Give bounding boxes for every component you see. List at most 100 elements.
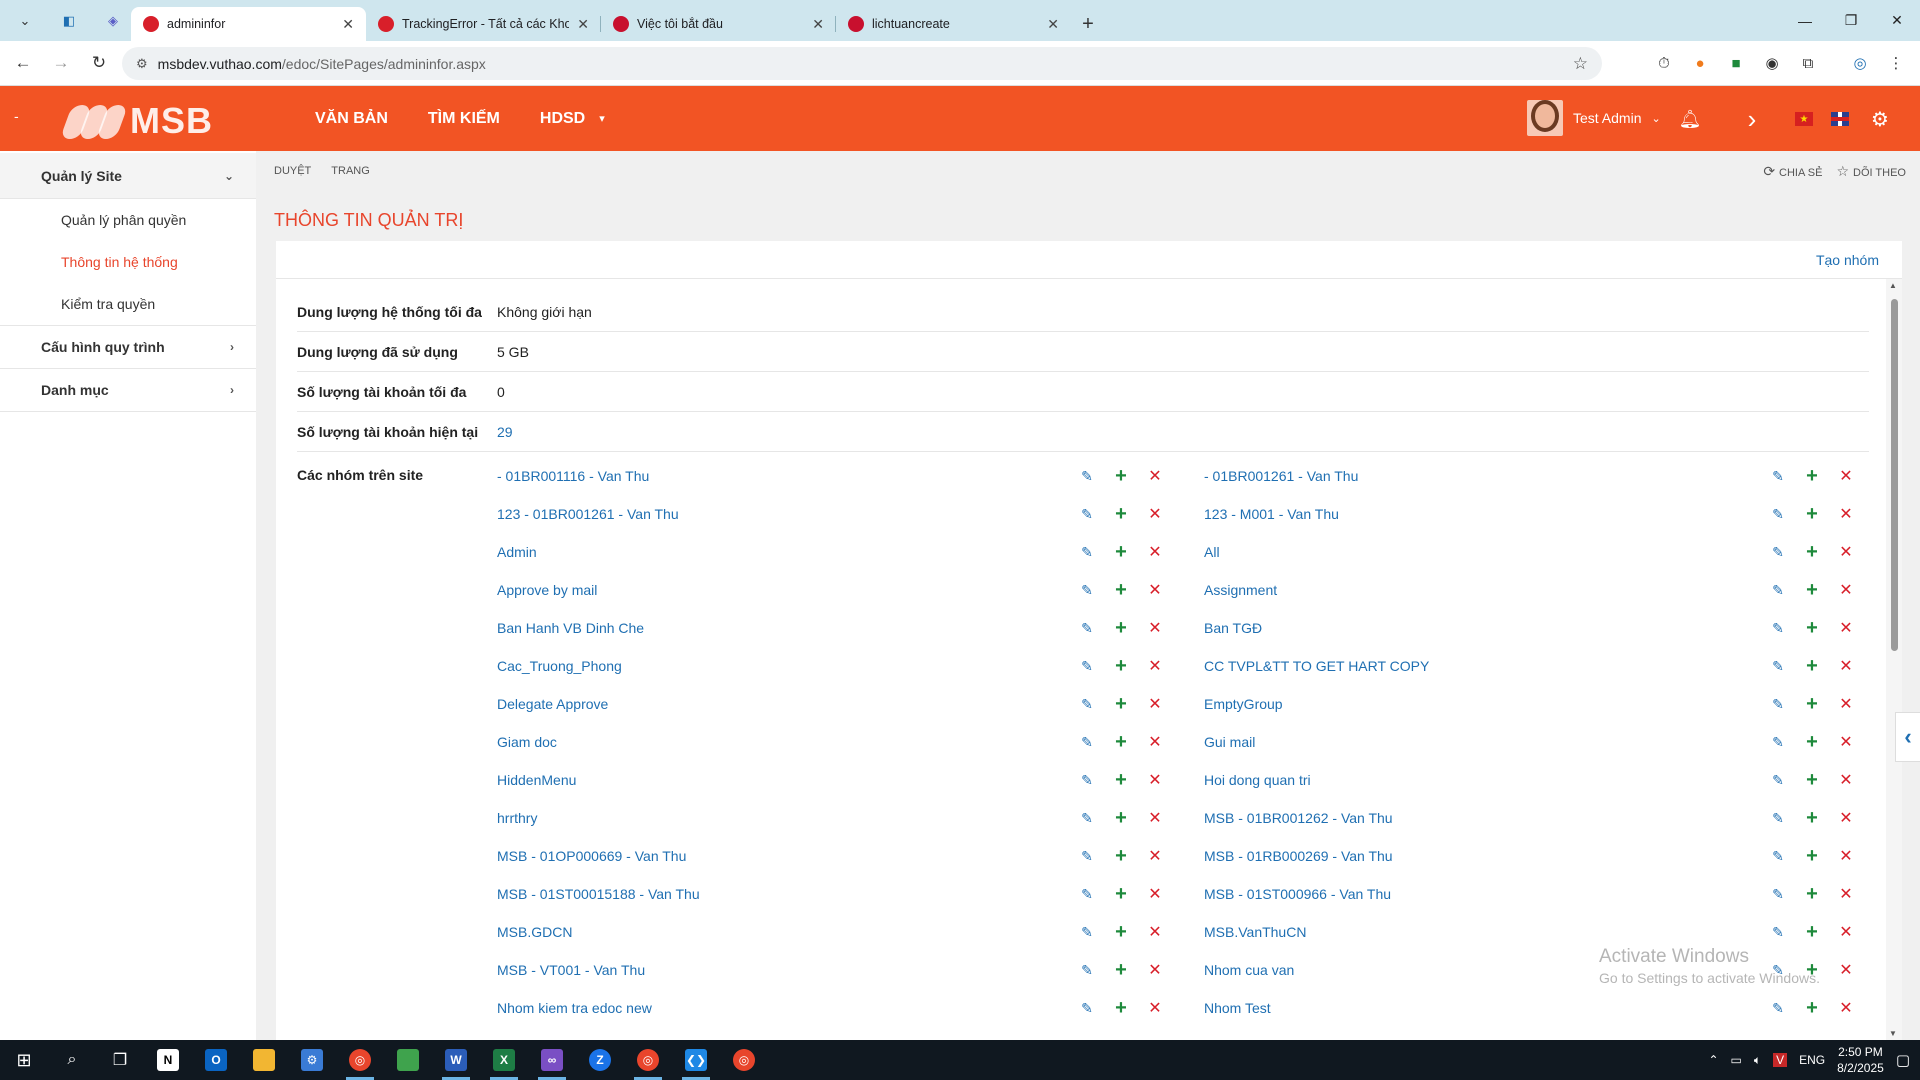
add-plus-icon[interactable]: +	[1802, 579, 1822, 601]
tray-chevron-up-icon[interactable]: ⌃	[1708, 1053, 1718, 1067]
vietkey-icon[interactable]: V	[1773, 1053, 1788, 1067]
add-plus-icon[interactable]: +	[1802, 693, 1822, 715]
ribbon-tab-duyet[interactable]: DUYỆT	[274, 165, 311, 177]
sidebar-group-header[interactable]: Cấu hình quy trình ›	[0, 326, 256, 368]
volume-icon[interactable]: 🔈︎	[1754, 1053, 1761, 1068]
notion-icon[interactable]: N	[144, 1040, 192, 1080]
add-plus-icon[interactable]: +	[1111, 769, 1131, 791]
group-name-link[interactable]: Ban Hanh VB Dinh Che	[497, 620, 644, 636]
tab-close-icon[interactable]: ✕	[577, 16, 589, 33]
add-plus-icon[interactable]: +	[1802, 541, 1822, 563]
notification-bell-icon[interactable]: 🔔︎	[1678, 107, 1702, 131]
edit-pencil-icon[interactable]: ✎	[1768, 542, 1788, 562]
chrome-alt-icon[interactable]: ◎	[720, 1040, 768, 1080]
edit-pencil-icon[interactable]: ✎	[1077, 998, 1097, 1018]
delete-x-icon[interactable]: ✕	[1836, 580, 1856, 600]
side-panel-toggle[interactable]: ‹	[1895, 712, 1920, 762]
visual-studio-icon[interactable]: ∞	[528, 1040, 576, 1080]
scroll-up-arrow-icon[interactable]: ▲	[1889, 281, 1897, 290]
tab-close-icon[interactable]: ✕	[342, 16, 354, 33]
nav-van-ban[interactable]: VĂN BẢN	[295, 86, 408, 151]
nav-dropdown-caret-icon[interactable]: ▾	[599, 112, 605, 125]
vietnamese-flag-icon[interactable]: ★	[1792, 107, 1816, 131]
windows-start-icon[interactable]: ⊞	[0, 1040, 48, 1080]
create-group-link[interactable]: Tạo nhóm	[1816, 252, 1879, 268]
minimize-button[interactable]: —	[1782, 0, 1828, 41]
group-name-link[interactable]: MSB - 01ST000966 - Van Thu	[1204, 886, 1391, 902]
edit-pencil-icon[interactable]: ✎	[1768, 884, 1788, 904]
edit-pencil-icon[interactable]: ✎	[1077, 504, 1097, 524]
group-name-link[interactable]: 123 - M001 - Van Thu	[1204, 506, 1339, 522]
group-name-link[interactable]: MSB.VanThuCN	[1204, 924, 1306, 940]
vscode-icon[interactable]: ❮❯	[672, 1040, 720, 1080]
delete-x-icon[interactable]: ✕	[1145, 884, 1165, 904]
edit-pencil-icon[interactable]: ✎	[1768, 922, 1788, 942]
add-plus-icon[interactable]: +	[1802, 845, 1822, 867]
follow-button[interactable]: ☆ DÕI THEO	[1836, 163, 1906, 180]
group-name-link[interactable]: Nhom cua van	[1204, 962, 1294, 978]
outlook-app-icon[interactable]: ◧	[56, 8, 82, 34]
msb-logo[interactable]: MSB	[59, 100, 213, 142]
nav-tim-kiem[interactable]: TÌM KIẾM	[408, 86, 520, 151]
edit-pencil-icon[interactable]: ✎	[1768, 846, 1788, 866]
edit-pencil-icon[interactable]: ✎	[1768, 694, 1788, 714]
edit-pencil-icon[interactable]: ✎	[1077, 694, 1097, 714]
panel-scrollbar[interactable]: ▲ ▼	[1886, 279, 1902, 1040]
chrome-profile-icon[interactable]: ◎	[624, 1040, 672, 1080]
green-extension-icon[interactable]: ■	[1722, 49, 1750, 77]
delete-x-icon[interactable]: ✕	[1836, 542, 1856, 562]
zalo-icon[interactable]: Z	[576, 1040, 624, 1080]
add-plus-icon[interactable]: +	[1111, 845, 1131, 867]
address-bar[interactable]: ⚙ msbdev.vuthao.com/edoc/SitePages/admin…	[122, 47, 1602, 80]
add-plus-icon[interactable]: +	[1802, 503, 1822, 525]
delete-x-icon[interactable]: ✕	[1145, 466, 1165, 486]
notification-center-icon[interactable]: ▢	[1896, 1051, 1910, 1069]
add-plus-icon[interactable]: +	[1802, 921, 1822, 943]
group-name-link[interactable]: CC TVPL&TT TO GET HART COPY	[1204, 658, 1429, 674]
edit-pencil-icon[interactable]: ✎	[1077, 580, 1097, 600]
site-info-icon[interactable]: ⚙	[136, 56, 148, 72]
add-plus-icon[interactable]: +	[1802, 617, 1822, 639]
url-text[interactable]: msbdev.vuthao.com/edoc/SitePages/adminin…	[158, 56, 1573, 72]
group-name-link[interactable]: MSB - 01BR001262 - Van Thu	[1204, 810, 1393, 826]
edit-pencil-icon[interactable]: ✎	[1077, 808, 1097, 828]
shield-extension-icon[interactable]: ◉	[1758, 49, 1786, 77]
scrollbar-thumb[interactable]	[1891, 299, 1898, 651]
group-name-link[interactable]: MSB - 01ST00015188 - Van Thu	[497, 886, 700, 902]
add-plus-icon[interactable]: +	[1111, 503, 1131, 525]
edit-pencil-icon[interactable]: ✎	[1768, 618, 1788, 638]
add-plus-icon[interactable]: +	[1802, 465, 1822, 487]
delete-x-icon[interactable]: ✕	[1836, 618, 1856, 638]
edit-pencil-icon[interactable]: ✎	[1768, 466, 1788, 486]
delete-x-icon[interactable]: ✕	[1145, 580, 1165, 600]
forward-button[interactable]: →	[46, 48, 76, 78]
browser-tab[interactable]: Việc tôi bắt đầu ✕	[601, 7, 836, 41]
edit-pencil-icon[interactable]: ✎	[1768, 998, 1788, 1018]
add-plus-icon[interactable]: +	[1111, 997, 1131, 1019]
add-plus-icon[interactable]: +	[1802, 883, 1822, 905]
english-flag-icon[interactable]	[1828, 107, 1852, 131]
edit-pencil-icon[interactable]: ✎	[1077, 846, 1097, 866]
group-name-link[interactable]: All	[1204, 544, 1220, 560]
extensions-puzzle-icon[interactable]: ⧉	[1794, 49, 1822, 77]
group-name-link[interactable]: 123 - 01BR001261 - Van Thu	[497, 506, 679, 522]
delete-x-icon[interactable]: ✕	[1836, 770, 1856, 790]
group-name-link[interactable]: hrrthry	[497, 810, 537, 826]
scroll-down-arrow-icon[interactable]: ▼	[1889, 1029, 1897, 1038]
delete-x-icon[interactable]: ✕	[1145, 922, 1165, 942]
delete-x-icon[interactable]: ✕	[1836, 694, 1856, 714]
user-menu[interactable]: Test Admin ⌄	[1527, 100, 1661, 136]
bookmark-star-icon[interactable]: ☆	[1573, 54, 1588, 74]
settings-gear-icon[interactable]: ⚙	[1868, 107, 1892, 131]
edit-pencil-icon[interactable]: ✎	[1077, 732, 1097, 752]
delete-x-icon[interactable]: ✕	[1836, 998, 1856, 1018]
group-name-link[interactable]: Admin	[497, 544, 537, 560]
delete-x-icon[interactable]: ✕	[1836, 656, 1856, 676]
notepad-icon[interactable]	[384, 1040, 432, 1080]
back-button[interactable]: ←	[8, 48, 38, 78]
input-language[interactable]: ENG	[1799, 1053, 1825, 1067]
delete-x-icon[interactable]: ✕	[1836, 466, 1856, 486]
add-plus-icon[interactable]: +	[1111, 541, 1131, 563]
delete-x-icon[interactable]: ✕	[1836, 846, 1856, 866]
teams-app-icon[interactable]: ◈	[100, 8, 126, 34]
